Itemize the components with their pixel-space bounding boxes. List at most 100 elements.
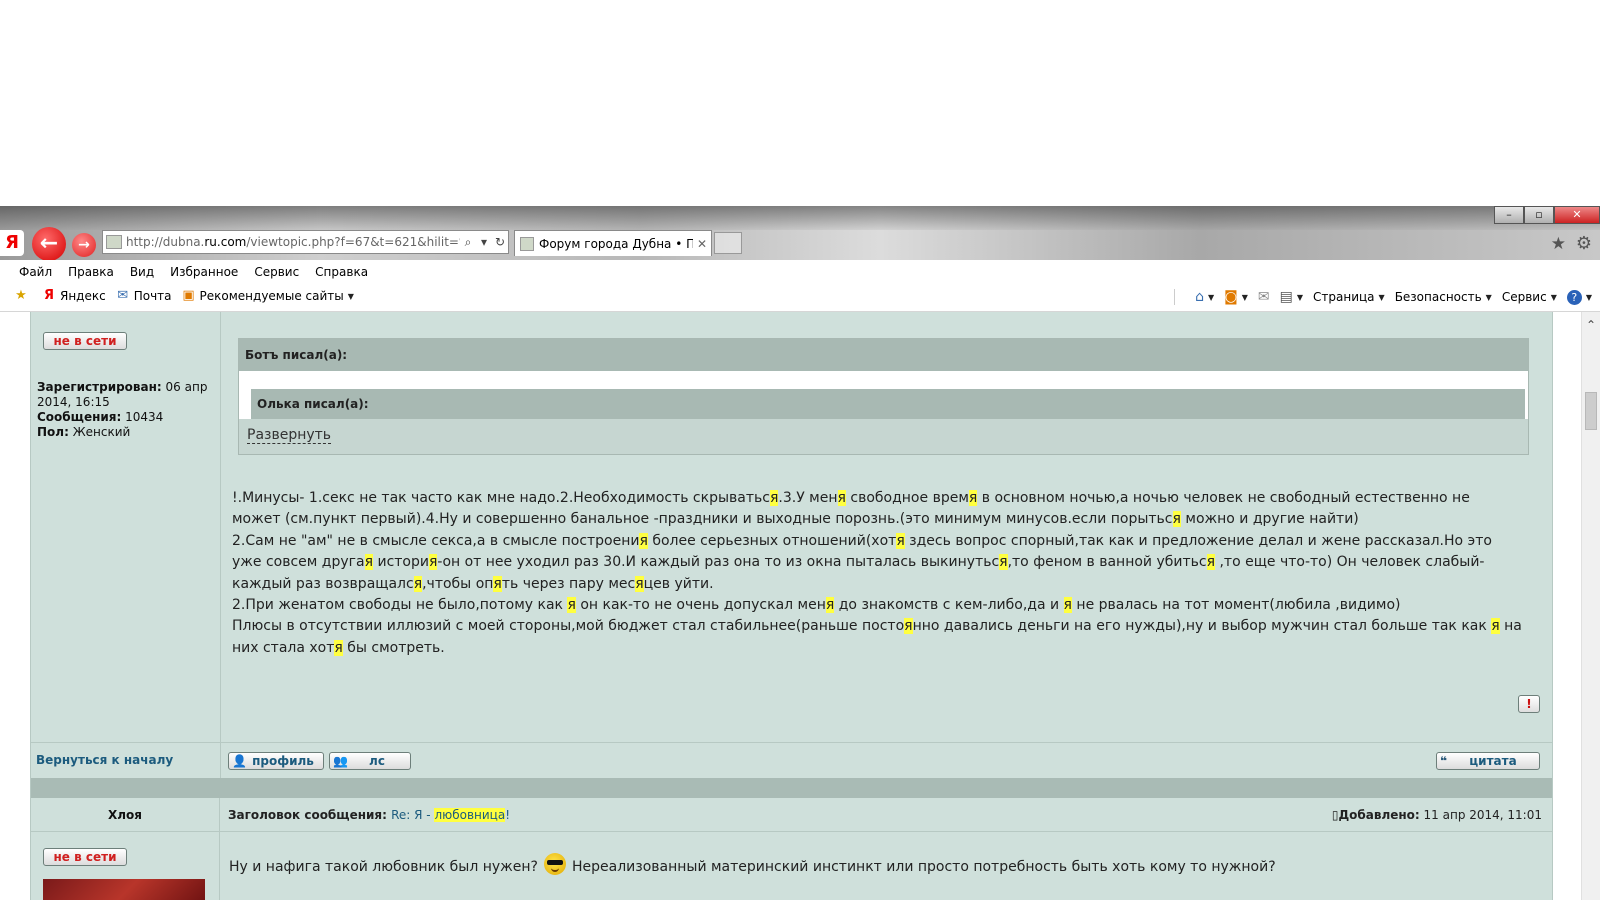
quote-icon: ❝ xyxy=(1440,754,1448,768)
post2-text-start: Ну и нафига такой любовник был нужен? xyxy=(229,859,538,875)
post1-text: !.Минусы- 1.секс не так часто как мне на… xyxy=(232,490,1522,656)
subject-value[interactable]: Re: Я - любовница! xyxy=(391,808,510,822)
page-content: не в сети Зарегистрирован: 06 апр 2014, … xyxy=(0,312,1600,900)
gender-line: Пол: Женский xyxy=(37,425,217,440)
close-window-button[interactable]: ✕ xyxy=(1554,206,1600,224)
title-bar xyxy=(0,206,1600,230)
chevron-down-icon: ▼ xyxy=(1585,292,1592,302)
dropdown-icon[interactable]: ▾ xyxy=(476,235,492,249)
address-bar[interactable]: http://dubna.ru.com/viewtopic.php?f=67&t… xyxy=(102,230,509,254)
profile-button[interactable]: 👤 профиль xyxy=(228,752,324,770)
chevron-down-icon: ▼ xyxy=(1296,292,1304,302)
post2-text-end: Нереализованный материнский инстинкт или… xyxy=(571,859,1276,875)
vertical-scrollbar[interactable]: ⌃ xyxy=(1581,312,1600,900)
menu-tools[interactable]: Сервис xyxy=(246,265,307,279)
forum-topic: не в сети Зарегистрирован: 06 апр 2014, … xyxy=(30,312,1553,900)
post2-date: ▯Добавлено: 11 апр 2014, 11:01 xyxy=(1332,808,1542,822)
blank-area xyxy=(0,0,1600,206)
fav-suggested[interactable]: ▣ Рекомендуемые сайты ▼ xyxy=(182,288,354,304)
command-bar: ⌂ ▼ ◙ ▼ ✉ ▤ ▼ Страница ▼ Безопасность ▼ Серви… xyxy=(1174,289,1592,305)
menu-edit[interactable]: Правка xyxy=(60,265,122,279)
browser-chrome: – ▫ ✕ Я ← → http://dubna.ru.com/viewtopi… xyxy=(0,206,1600,261)
fav-yandex-label: Яндекс xyxy=(60,289,106,303)
star-plus-icon: ★ xyxy=(15,288,27,303)
safety-menu[interactable]: Безопасность ▼ xyxy=(1395,290,1492,304)
add-favorite-button[interactable]: ★ xyxy=(14,289,32,303)
menu-favorites[interactable]: Избранное xyxy=(162,265,246,279)
menu-file[interactable]: Файл xyxy=(0,265,60,279)
scroll-up-icon[interactable]: ⌃ xyxy=(1584,318,1598,332)
quote-block: Ботъ писал(а): Олька писал(а): Развернут… xyxy=(238,338,1529,455)
chevron-down-icon: ▼ xyxy=(1207,292,1215,302)
tab-forum[interactable]: Форум города Дубна • Пр... ✕ xyxy=(514,230,712,256)
url-domain: ru.com xyxy=(204,235,247,249)
new-tab-button[interactable] xyxy=(714,232,742,254)
tab-close-icon[interactable]: ✕ xyxy=(693,237,711,251)
suggested-sites-icon: ▣ xyxy=(182,288,195,303)
pm-button[interactable]: 👥 лс xyxy=(329,752,411,770)
quote-header: Ботъ писал(а): xyxy=(239,339,1528,371)
subject-highlight: любовница xyxy=(434,808,506,822)
post2-author[interactable]: Хлоя xyxy=(31,798,220,832)
offline-status-button[interactable]: не в сети xyxy=(43,332,127,350)
back-button[interactable]: ← xyxy=(32,227,66,261)
safety-menu-label: Безопасность xyxy=(1394,290,1482,304)
expand-link[interactable]: Развернуть xyxy=(247,427,332,444)
page-icon xyxy=(106,235,122,249)
messages-value: 10434 xyxy=(125,410,164,424)
tab-favicon-icon xyxy=(520,236,534,251)
fav-yandex[interactable]: Я Яндекс xyxy=(42,288,106,304)
registered-line: Зарегистрирован: 06 апр 2014, 16:15 xyxy=(37,380,217,410)
gender-value: Женский xyxy=(72,425,131,439)
tab-title: Форум города Дубна • Пр... xyxy=(539,236,693,251)
post1-actions-row: Вернуться к началу 👤 профиль 👥 лс ❝ цитата xyxy=(31,742,1552,779)
messages-label: Сообщения: xyxy=(37,410,122,424)
tools-menu[interactable]: Сервис ▼ xyxy=(1502,290,1557,304)
gear-icon[interactable]: ⚙ xyxy=(1576,233,1592,254)
page-menu-label: Страница xyxy=(1313,290,1375,304)
report-button[interactable]: ! xyxy=(1518,695,1540,713)
user-icon: 👤 xyxy=(232,754,247,768)
post1-author-column: не в сети Зарегистрирован: 06 апр 2014, … xyxy=(31,312,221,742)
favorites-star-icon[interactable]: ★ xyxy=(1551,234,1566,254)
nested-quote: Олька писал(а): xyxy=(239,371,1528,419)
yandex-logo-icon[interactable]: Я xyxy=(0,230,24,256)
subject-suffix: ! xyxy=(505,808,511,822)
url-text[interactable]: http://dubna.ru.com/viewtopic.php?f=67&t… xyxy=(126,235,460,249)
added-label: Добавлено: xyxy=(1338,808,1420,822)
help-button[interactable]: ? ▼ xyxy=(1566,289,1592,305)
author-info: Зарегистрирован: 06 апр 2014, 16:15 Сооб… xyxy=(37,380,217,440)
minimize-button[interactable]: – xyxy=(1494,206,1524,224)
quote-button[interactable]: ❝ цитата xyxy=(1436,752,1540,770)
home-button[interactable]: ⌂ ▼ xyxy=(1195,289,1214,305)
print-button[interactable]: ▤ ▼ xyxy=(1280,289,1303,305)
search-icon[interactable]: ⌕ xyxy=(460,235,476,250)
offline-status-button[interactable]: не в сети xyxy=(43,848,127,866)
feeds-button[interactable]: ◙ ▼ xyxy=(1224,289,1248,305)
chevron-down-icon: ▼ xyxy=(347,291,354,301)
added-value: 11 апр 2014, 11:01 xyxy=(1423,808,1542,822)
quote-label: цитата xyxy=(1469,754,1517,768)
page-menu[interactable]: Страница ▼ xyxy=(1313,290,1385,304)
printer-icon: ▤ xyxy=(1279,289,1293,305)
favorites-bar: ★ Я Яндекс ✉ Почта ▣ Рекомендуемые сайты ▼ ⌂… xyxy=(0,283,1600,312)
menu-bar: Файл Правка Вид Избранное Сервис Справка xyxy=(0,260,1600,283)
fav-mail[interactable]: ✉ Почта xyxy=(116,289,171,304)
menu-view[interactable]: Вид xyxy=(122,265,162,279)
users-icon: 👥 xyxy=(333,754,348,768)
maximize-button[interactable]: ▫ xyxy=(1524,206,1554,224)
envelope-icon: ✉ xyxy=(1257,289,1270,305)
chevron-down-icon: ▼ xyxy=(1378,292,1385,302)
pm-label: лс xyxy=(369,754,385,768)
back-to-top-link[interactable]: Вернуться к началу xyxy=(36,753,173,767)
post2-body: не в сети Ну и нафига такой любовник был… xyxy=(31,832,1552,900)
read-mail-button[interactable]: ✉ xyxy=(1258,289,1270,305)
yandex-icon: Я xyxy=(43,288,54,303)
chevron-down-icon: ▼ xyxy=(1241,292,1248,302)
refresh-icon[interactable]: ↻ xyxy=(492,235,508,249)
cool-smiley-icon xyxy=(543,853,566,875)
menu-help[interactable]: Справка xyxy=(307,265,376,279)
forward-button[interactable]: → xyxy=(72,233,96,257)
subject-label: Заголовок сообщения: xyxy=(228,808,387,822)
scroll-thumb[interactable] xyxy=(1585,392,1597,430)
